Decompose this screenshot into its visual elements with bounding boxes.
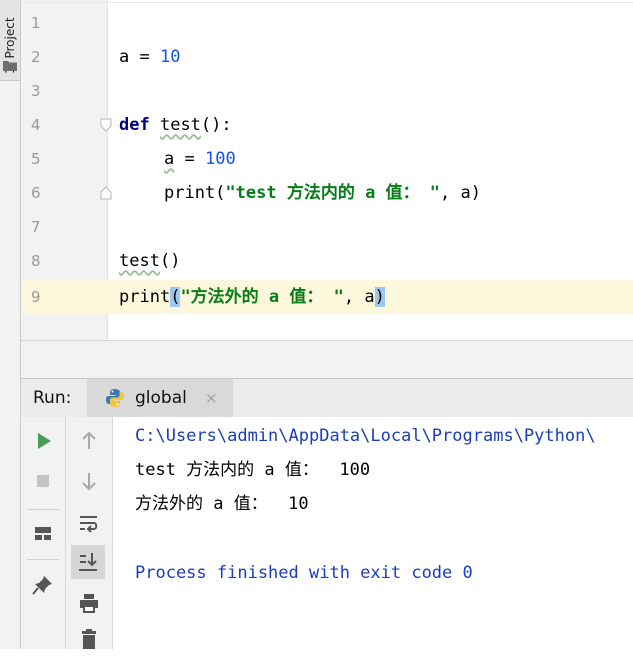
code-text: a = 10 (119, 47, 181, 67)
pin-icon (32, 576, 52, 595)
console-exit-message: Process finished with exit code 0 (135, 563, 473, 583)
line-number: 6 (31, 184, 41, 202)
soft-wrap-icon (80, 516, 98, 533)
line-number: 9 (31, 288, 41, 306)
code-text: a = 100 (164, 149, 236, 169)
code-line-9[interactable]: 9 print("方法外的 a 值： ", a) (21, 280, 633, 314)
code-line-2[interactable]: 2 a = 10 (21, 40, 633, 74)
run-label: Run: (33, 388, 72, 408)
python-icon (106, 389, 124, 407)
code-line-3[interactable]: 3 (21, 74, 633, 108)
run-toolbar-primary (21, 417, 66, 649)
print-button[interactable] (75, 589, 103, 617)
fold-open-icon[interactable] (99, 118, 113, 132)
line-number: 8 (31, 252, 41, 270)
print-icon (80, 594, 98, 613)
layout-icon (35, 527, 51, 540)
project-tool-tab[interactable]: 1: Project (0, 0, 20, 81)
arrow-up-icon (82, 431, 96, 449)
scroll-to-end-icon (79, 553, 97, 571)
restore-layout-button[interactable] (29, 519, 57, 547)
run-icon (38, 433, 51, 449)
editor-bottom-bar (21, 340, 633, 379)
arrow-down-icon (82, 473, 96, 491)
up-button[interactable] (75, 427, 103, 455)
stop-icon (37, 475, 49, 487)
close-icon[interactable]: × (205, 379, 218, 417)
toolbar-separator (27, 559, 59, 560)
code-line-7[interactable]: 7 (21, 210, 633, 244)
code-text: def test(): (119, 115, 232, 135)
run-tab-global[interactable]: global × (87, 379, 233, 417)
code-line-1[interactable]: 1 (21, 6, 633, 40)
stop-button[interactable] (29, 467, 57, 495)
folder-icon (3, 61, 17, 71)
fold-close-icon[interactable] (99, 186, 113, 200)
code-line-8[interactable]: 8 test() (21, 244, 633, 278)
code-text: print("test 方法内的 a 值： ", a) (164, 183, 481, 203)
code-text: print("方法外的 a 值： ", a) (119, 287, 385, 307)
editor-top-border (21, 2, 633, 3)
pin-tab-button[interactable] (29, 571, 57, 599)
line-number: 3 (31, 82, 41, 100)
run-tool-header: Run: global × (21, 378, 633, 418)
code-line-5[interactable]: 5 a = 100 (21, 142, 633, 176)
console-output-line: test 方法内的 a 值： 100 (135, 460, 371, 480)
code-line-6[interactable]: 6 print("test 方法内的 a 值： ", a) (21, 176, 633, 210)
project-tool-strip: 1: Project (0, 0, 21, 649)
run-console-output[interactable]: C:\Users\admin\AppData\Local\Programs\Py… (113, 417, 633, 649)
line-number: 5 (31, 150, 41, 168)
toolbar-separator (27, 509, 59, 510)
scroll-to-end-button[interactable] (71, 545, 105, 579)
line-number: 1 (31, 14, 41, 32)
console-command-line: C:\Users\admin\AppData\Local\Programs\Py… (135, 426, 596, 446)
line-number: 2 (31, 48, 41, 66)
console-output-line: 方法外的 a 值： 10 (135, 494, 309, 514)
line-number: 7 (31, 218, 41, 236)
line-number: 4 (31, 116, 41, 134)
down-button[interactable] (75, 467, 103, 495)
run-toolbar-secondary (66, 417, 113, 649)
code-text: test() (119, 251, 181, 271)
run-tab-label: global (135, 388, 187, 408)
soft-wrap-button[interactable] (75, 509, 103, 537)
rerun-button[interactable] (29, 427, 57, 455)
code-line-4[interactable]: 4 def test(): (21, 108, 633, 142)
code-editor[interactable]: 1 2 a = 10 3 4 def test(): 5 a = 100 6 p… (21, 0, 633, 340)
